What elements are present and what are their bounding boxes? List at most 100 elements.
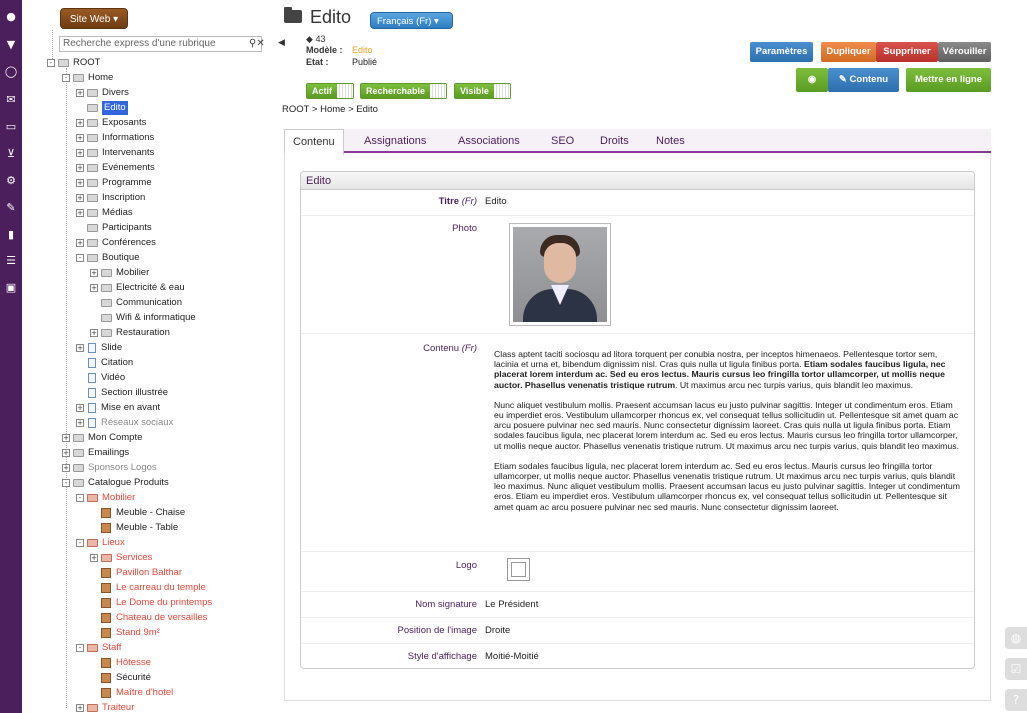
tab-contenu[interactable]: Contenu: [284, 129, 344, 155]
collapse-icon[interactable]: -: [47, 59, 55, 67]
gears-icon[interactable]: ⚙: [4, 174, 18, 188]
tree-node[interactable]: + Services: [90, 551, 152, 565]
content-button[interactable]: ✎ Contenu: [828, 68, 899, 92]
tab-assignations[interactable]: Assignations: [356, 129, 434, 153]
tree-node[interactable]: Section illustrée: [76, 386, 168, 400]
checkbox-icon[interactable]: ☑: [1005, 658, 1027, 680]
clear-search-icon[interactable]: ⚲✕: [249, 38, 265, 49]
expand-icon[interactable]: +: [90, 554, 98, 562]
expand-icon[interactable]: +: [76, 239, 84, 247]
tree-node[interactable]: + Mon Compte: [62, 431, 142, 445]
tree-node[interactable]: Le Dome du printemps: [90, 596, 212, 610]
tab-droits[interactable]: Droits: [592, 129, 637, 153]
collapse-icon[interactable]: -: [76, 539, 84, 547]
tree-node[interactable]: - Lieux: [76, 536, 125, 550]
tab-notes[interactable]: Notes: [648, 129, 693, 153]
tree-node[interactable]: - Home: [62, 71, 113, 85]
expand-icon[interactable]: +: [76, 164, 84, 172]
tree-node[interactable]: - Boutique: [76, 251, 140, 265]
preview-button[interactable]: ◉: [796, 68, 828, 92]
signature-value[interactable]: Le Président: [485, 599, 538, 610]
expand-icon[interactable]: +: [90, 284, 98, 292]
tree-node[interactable]: + Sponsors Logos: [62, 461, 157, 475]
tree-node[interactable]: + Informations: [76, 131, 154, 145]
tree-node[interactable]: Participants: [76, 221, 152, 235]
tree-node[interactable]: + Slide: [76, 341, 122, 355]
tree-node[interactable]: + Exposants: [76, 116, 146, 130]
tree-node[interactable]: Meuble - Chaise: [90, 506, 185, 520]
expand-icon[interactable]: +: [76, 404, 84, 412]
tree-node[interactable]: Meuble - Table: [90, 521, 178, 535]
expand-icon[interactable]: +: [90, 269, 98, 277]
tree-search-input[interactable]: Recherche express d'une rubrique: [59, 36, 262, 52]
expand-icon[interactable]: +: [76, 134, 84, 142]
tree-node[interactable]: - ROOT: [47, 56, 100, 70]
collapse-icon[interactable]: -: [62, 479, 70, 487]
tree-node[interactable]: Pavillon Balthar: [90, 566, 182, 580]
filter-icon[interactable]: ▼: [4, 38, 18, 52]
site-web-button[interactable]: Site Web ▾: [60, 8, 128, 29]
tab-associations[interactable]: Associations: [450, 129, 528, 153]
mail-icon[interactable]: ✉: [4, 93, 18, 107]
collapse-icon[interactable]: -: [62, 74, 70, 82]
expand-icon[interactable]: +: [76, 704, 84, 712]
list-icon[interactable]: ☰: [4, 254, 18, 268]
tree-node[interactable]: Communication: [90, 296, 182, 310]
expand-icon[interactable]: +: [76, 149, 84, 157]
parametres-button[interactable]: Paramètres: [750, 42, 813, 62]
tab-seo[interactable]: SEO: [543, 129, 582, 153]
photo-thumbnail[interactable]: [509, 223, 611, 326]
tree-node[interactable]: Stand 9m²: [90, 626, 160, 640]
user-icon[interactable]: ●: [4, 10, 18, 24]
tree-node[interactable]: + Mise en avant: [76, 401, 160, 415]
lightbulb-icon[interactable]: ◯: [4, 65, 18, 79]
file-icon[interactable]: ▮: [4, 228, 18, 242]
tree-node[interactable]: + Traiteur: [76, 701, 134, 713]
position-value[interactable]: Droite: [485, 625, 510, 636]
titre-value[interactable]: Edito: [485, 196, 507, 207]
tree-node[interactable]: - Catalogue Produits: [62, 476, 169, 490]
tree-node[interactable]: Vidéo: [76, 371, 125, 385]
tree-node[interactable]: + Conférences: [76, 236, 156, 250]
tree-node[interactable]: Edito: [76, 101, 128, 115]
duplicate-button[interactable]: Dupliquer: [821, 42, 876, 62]
help-icon[interactable]: ?: [1005, 689, 1027, 711]
expand-icon[interactable]: +: [90, 329, 98, 337]
expand-icon[interactable]: +: [76, 194, 84, 202]
expand-icon[interactable]: +: [76, 179, 84, 187]
tree-node[interactable]: Citation: [76, 356, 133, 370]
collapse-icon[interactable]: -: [76, 254, 84, 262]
cart-icon[interactable]: ⊻: [4, 147, 18, 161]
tree-node[interactable]: - Mobilier: [76, 491, 135, 505]
collapse-icon[interactable]: -: [76, 644, 84, 652]
content-body[interactable]: Class aptent taciti sociosqu ad litora t…: [494, 349, 964, 522]
expand-icon[interactable]: +: [62, 434, 70, 442]
tree-node[interactable]: + Restauration: [90, 326, 170, 340]
tree-node[interactable]: + Mobilier: [90, 266, 149, 280]
expand-icon[interactable]: +: [76, 419, 84, 427]
toggle-actif[interactable]: Actif: [306, 83, 354, 99]
expand-icon[interactable]: +: [76, 119, 84, 127]
wrench-icon[interactable]: ✎: [4, 201, 18, 215]
tree-node[interactable]: Le carreau du temple: [90, 581, 206, 595]
tree-node[interactable]: + Emailings: [62, 446, 129, 460]
lock-button[interactable]: Vérouiller: [938, 42, 991, 62]
expand-icon[interactable]: +: [62, 464, 70, 472]
globe-icon[interactable]: ◍: [1005, 627, 1027, 649]
expand-icon[interactable]: +: [62, 449, 70, 457]
expand-icon[interactable]: +: [76, 89, 84, 97]
tree-node[interactable]: Maître d'hotel: [90, 686, 173, 700]
tree-node[interactable]: Hôtesse: [90, 656, 151, 670]
toggle-visible[interactable]: Visible: [454, 83, 511, 99]
tree-node[interactable]: + Programme: [76, 176, 152, 190]
toggle-recherchable[interactable]: Recherchable: [360, 83, 448, 99]
tree-node[interactable]: - Staff: [76, 641, 121, 655]
monitor-icon[interactable]: ▭: [4, 120, 18, 134]
style-value[interactable]: Moitié-Moitié: [485, 651, 539, 662]
logo-placeholder[interactable]: [507, 558, 530, 581]
tree-node[interactable]: + Evénements: [76, 161, 155, 175]
tree-node[interactable]: + Médias: [76, 206, 133, 220]
tree-node[interactable]: + Electricité & eau: [90, 281, 185, 295]
tree-node[interactable]: + Divers: [76, 86, 129, 100]
collapse-panel-icon[interactable]: ◀: [278, 38, 285, 48]
